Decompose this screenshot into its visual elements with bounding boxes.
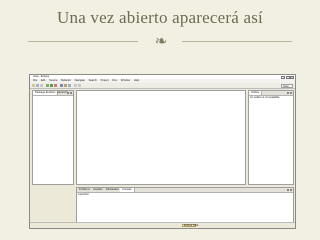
- tab-problems[interactable]: Problems: [77, 188, 92, 192]
- eclipse-window: Java - Eclipse File Edit Source Refactor…: [29, 74, 296, 229]
- pane-minimize-icon[interactable]: [67, 92, 69, 94]
- new-class-icon[interactable]: [60, 84, 63, 87]
- pane-maximize-icon[interactable]: [290, 189, 292, 191]
- print-icon[interactable]: [40, 84, 43, 87]
- external-tools-icon[interactable]: [54, 84, 57, 87]
- open-type-icon[interactable]: [64, 84, 67, 87]
- pane-maximize-icon[interactable]: [290, 92, 292, 94]
- package-explorer-pane: Package Explorer Hierarchy: [32, 90, 74, 185]
- back-icon[interactable]: [74, 84, 77, 87]
- new-icon[interactable]: [32, 84, 35, 87]
- run-icon[interactable]: [50, 84, 53, 87]
- divider-line-left: [28, 41, 138, 42]
- slide-title: Una vez abierto aparecerá así: [57, 8, 263, 27]
- outline-message: An outline is not available.: [250, 96, 281, 99]
- pane-minimize-icon[interactable]: [287, 189, 289, 191]
- perspective-label: Java: [283, 84, 289, 88]
- main-toolbar: Java: [30, 83, 295, 89]
- tab-declaration[interactable]: Declaration: [104, 188, 121, 192]
- tab-javadoc[interactable]: Javadoc: [91, 188, 105, 192]
- forward-icon[interactable]: [78, 84, 81, 87]
- status-bar: Eclipse Web: [30, 222, 295, 228]
- package-explorer-header: Package Explorer Hierarchy: [33, 91, 73, 96]
- console-header: Problems Javadoc Declaration Console: [77, 188, 293, 193]
- pane-minimize-icon[interactable]: [287, 92, 289, 94]
- tab-console[interactable]: Console: [120, 188, 135, 192]
- tab-outline[interactable]: Outline: [249, 91, 263, 95]
- console-pane: Problems Javadoc Declaration Console Lau…: [76, 187, 294, 223]
- search-icon[interactable]: [68, 84, 71, 87]
- fleuron-icon: ❧: [154, 32, 168, 50]
- editor-area[interactable]: [76, 90, 246, 185]
- title-divider: ❧: [28, 32, 292, 50]
- save-icon[interactable]: [36, 84, 39, 87]
- divider-line-right: [182, 41, 292, 42]
- status-field: Eclipse Web: [182, 224, 199, 227]
- java-perspective-button[interactable]: Java: [281, 83, 293, 88]
- outline-pane: Outline An outline is not available.: [248, 90, 294, 185]
- console-message: Launcher: [78, 193, 89, 196]
- pane-maximize-icon[interactable]: [70, 92, 72, 94]
- debug-icon[interactable]: [46, 84, 49, 87]
